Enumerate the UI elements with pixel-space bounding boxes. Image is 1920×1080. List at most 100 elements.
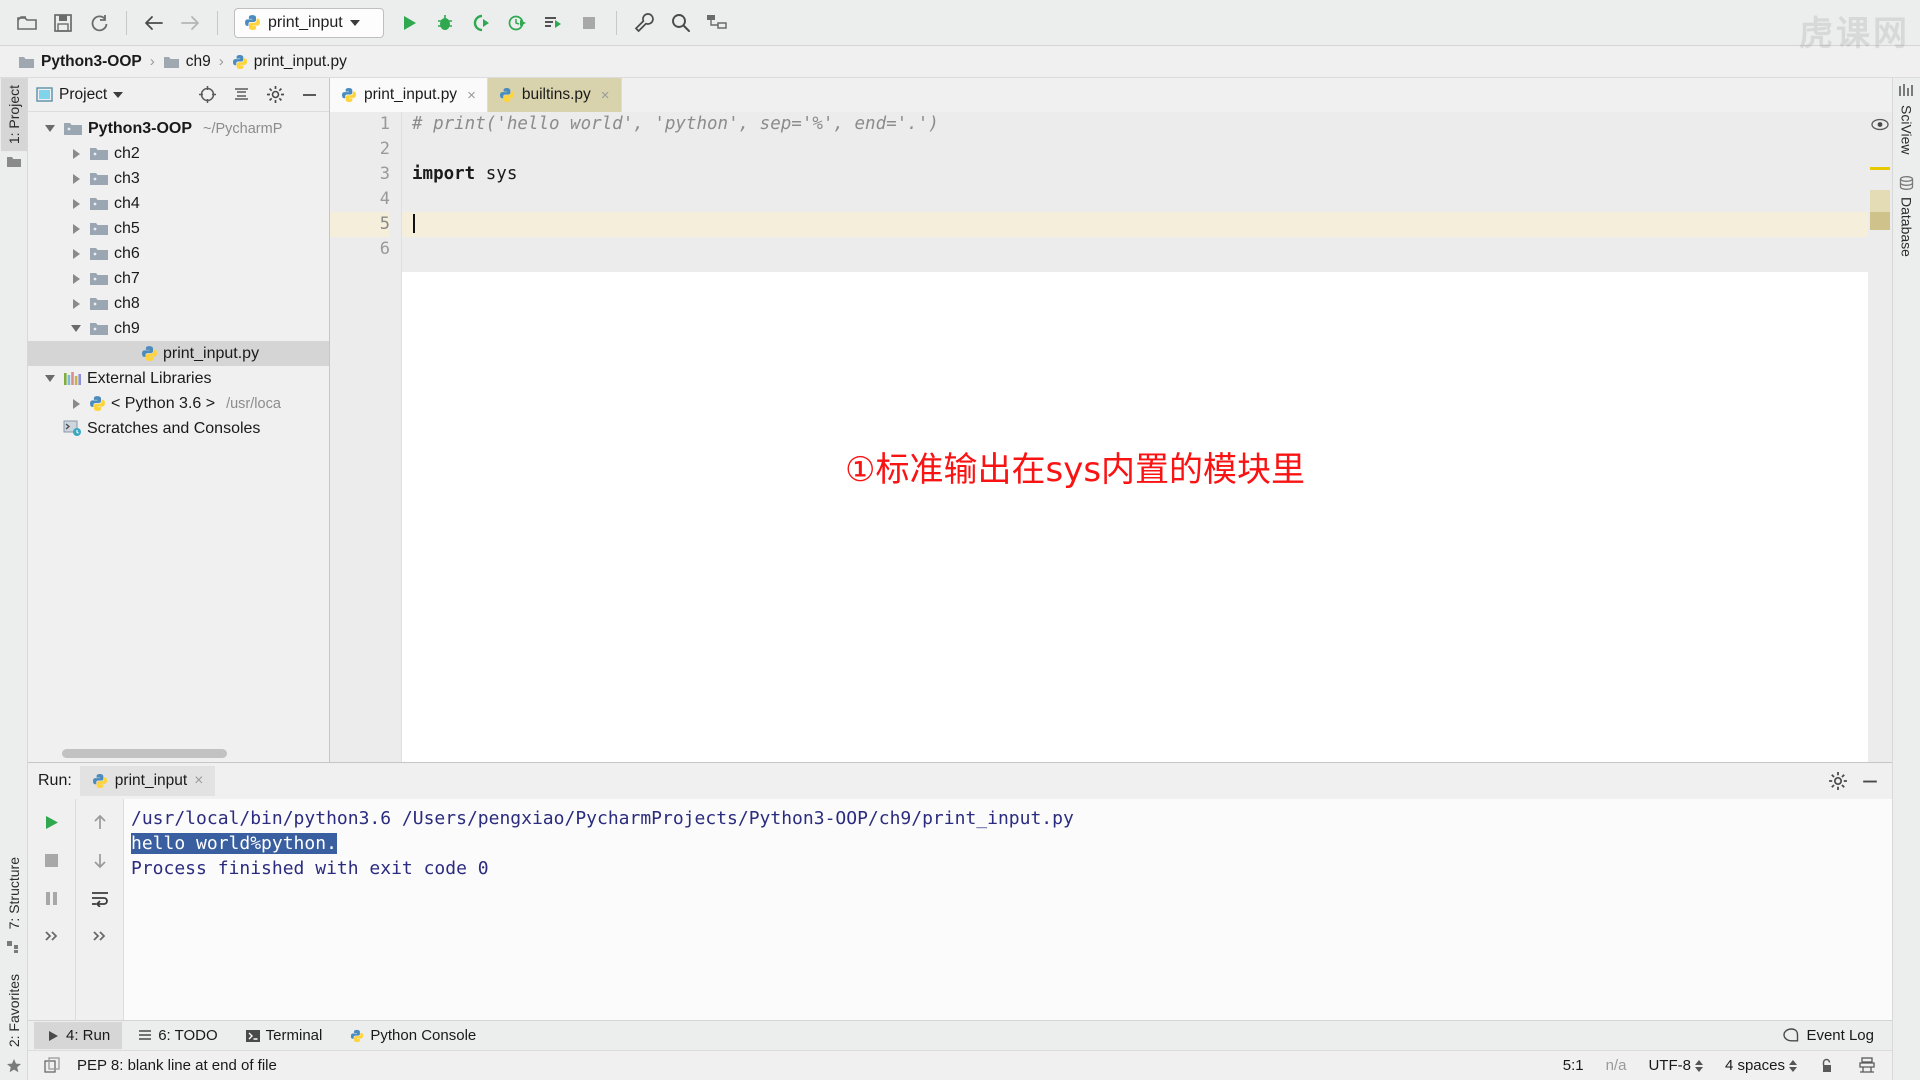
stop-icon[interactable] (35, 843, 69, 877)
close-icon[interactable]: × (601, 87, 610, 104)
code-line-3[interactable]: import sys (402, 162, 1868, 187)
minimize-icon[interactable] (297, 83, 321, 107)
line-number[interactable]: 1 (330, 112, 390, 137)
gear-icon[interactable] (1826, 769, 1850, 793)
code-line-6[interactable] (402, 237, 1868, 262)
indent-selector[interactable]: 4 spaces (1719, 1057, 1803, 1074)
tree-node-python3-oop[interactable]: Python3-OOP ~/PycharmP (28, 116, 329, 141)
close-icon[interactable]: × (467, 87, 476, 104)
tree-node-ch9[interactable]: ch9 (28, 316, 329, 341)
breadcrumb-item-ch9[interactable]: ch9 (163, 53, 211, 71)
folder-open-icon[interactable] (10, 6, 44, 40)
chevron-right-icon[interactable] (68, 248, 84, 259)
line-number[interactable]: 3 (330, 162, 390, 187)
arrow-left-icon[interactable] (137, 6, 171, 40)
tree-node-ch6[interactable]: ch6 (28, 241, 329, 266)
vcs-status[interactable]: n/a (1600, 1057, 1633, 1074)
copy-icon[interactable] (38, 1057, 67, 1074)
tree-node-ch8[interactable]: ch8 (28, 291, 329, 316)
line-number[interactable]: 4 (330, 187, 390, 212)
breadcrumb-item-file[interactable]: print_input.py (232, 53, 347, 71)
line-number[interactable]: 2 (330, 137, 390, 162)
warning-marker[interactable] (1870, 167, 1890, 170)
unlock-icon[interactable] (1813, 1057, 1842, 1074)
code-editor[interactable]: 123456 # print('hello world', 'python', … (330, 112, 1892, 762)
encoding-selector[interactable]: UTF-8 (1642, 1057, 1709, 1074)
expand-more-icon[interactable] (83, 919, 117, 953)
tree-node-ch4[interactable]: ch4 (28, 191, 329, 216)
chevron-down-icon[interactable] (68, 325, 84, 332)
chevron-right-icon[interactable] (68, 273, 84, 284)
chevron-down-icon[interactable] (349, 19, 360, 26)
chevron-right-icon[interactable] (68, 173, 84, 184)
debug-icon[interactable] (428, 6, 462, 40)
arrow-right-icon[interactable] (173, 6, 207, 40)
project-hscrollbar[interactable] (62, 748, 227, 758)
minimize-icon[interactable] (1858, 769, 1882, 793)
tree-node-ch5[interactable]: ch5 (28, 216, 329, 241)
sidebar-tab-favorites[interactable]: 2: Favorites (1, 967, 27, 1054)
chevron-right-icon[interactable] (68, 298, 84, 309)
run-coverage-icon[interactable] (464, 6, 498, 40)
project-structure-icon[interactable] (699, 6, 733, 40)
sidebar-tab-database[interactable]: Database (1894, 190, 1920, 264)
collapse-all-icon[interactable] (229, 83, 253, 107)
tree-node-ch2[interactable]: ch2 (28, 141, 329, 166)
editor-tab-print-input[interactable]: print_input.py × (330, 78, 488, 112)
sidebar-tab-project[interactable]: 1: Project (0, 78, 27, 152)
eye-icon[interactable] (1871, 118, 1889, 131)
tree-node-ch7[interactable]: ch7 (28, 266, 329, 291)
chevron-right-icon[interactable] (68, 198, 84, 209)
tree-node-external-libraries[interactable]: External Libraries (28, 366, 329, 391)
run-icon[interactable] (392, 6, 426, 40)
arrow-down-icon[interactable] (83, 843, 117, 877)
run-with-params-icon[interactable] (536, 6, 570, 40)
crosshair-icon[interactable] (195, 83, 219, 107)
project-panel-title[interactable]: Project (36, 86, 124, 104)
toolwindow-todo[interactable]: 6: TODO (126, 1022, 229, 1049)
gear-icon[interactable] (263, 83, 287, 107)
chevron-right-icon[interactable] (68, 398, 84, 409)
toolwindow-terminal[interactable]: Terminal (234, 1022, 335, 1049)
breadcrumb-item-project[interactable]: Python3-OOP (18, 53, 142, 71)
save-icon[interactable] (46, 6, 80, 40)
change-marker-2[interactable] (1870, 212, 1890, 230)
sidebar-tab-structure[interactable]: 7: Structure (1, 850, 27, 936)
code-line-1[interactable]: # print('hello world', 'python', sep='%'… (402, 112, 1868, 137)
editor-tab-builtins[interactable]: builtins.py × (487, 78, 622, 112)
tree-node--python-3-6-[interactable]: < Python 3.6 > /usr/loca (28, 391, 329, 416)
editor-marker-column[interactable] (1868, 112, 1892, 762)
toolwindow-python-console[interactable]: Python Console (338, 1022, 488, 1049)
chevron-down-icon[interactable] (42, 375, 58, 382)
refresh-icon[interactable] (82, 6, 116, 40)
run-console-output[interactable]: /usr/local/bin/python3.6 /Users/pengxiao… (124, 799, 1892, 1020)
stop-icon[interactable] (572, 6, 606, 40)
chevron-right-icon[interactable] (68, 223, 84, 234)
sidebar-tab-sciview[interactable]: SciView (1894, 98, 1920, 162)
close-icon[interactable]: × (194, 772, 203, 790)
arrow-up-icon[interactable] (83, 805, 117, 839)
line-number[interactable]: 5 (330, 212, 390, 237)
profile-icon[interactable] (500, 6, 534, 40)
tree-node-scratches-and-consoles[interactable]: Scratches and Consoles (28, 416, 329, 441)
soft-wrap-icon[interactable] (83, 881, 117, 915)
line-number[interactable]: 6 (330, 237, 390, 262)
change-marker-1[interactable] (1870, 190, 1890, 212)
code-line-2[interactable] (402, 137, 1868, 162)
chevron-right-icon[interactable] (68, 148, 84, 159)
inspector-icon[interactable] (1852, 1057, 1882, 1074)
tree-node-print-input-py[interactable]: print_input.py (28, 341, 329, 366)
caret-position[interactable]: 5:1 (1557, 1057, 1590, 1074)
event-log-button[interactable]: Event Log (1771, 1022, 1886, 1049)
chevron-down-icon[interactable] (42, 125, 58, 132)
search-icon[interactable] (663, 6, 697, 40)
code-line-4[interactable] (402, 187, 1868, 212)
pause-icon[interactable] (35, 881, 69, 915)
tree-node-ch3[interactable]: ch3 (28, 166, 329, 191)
rerun-icon[interactable] (35, 805, 69, 839)
expand-more-icon[interactable] (35, 919, 69, 953)
toolwindow-run[interactable]: 4: Run (34, 1022, 123, 1049)
chevron-down-icon[interactable] (113, 91, 124, 98)
code-content[interactable]: # print('hello world', 'python', sep='%'… (402, 112, 1868, 762)
run-configuration-selector[interactable]: print_input (234, 7, 384, 38)
